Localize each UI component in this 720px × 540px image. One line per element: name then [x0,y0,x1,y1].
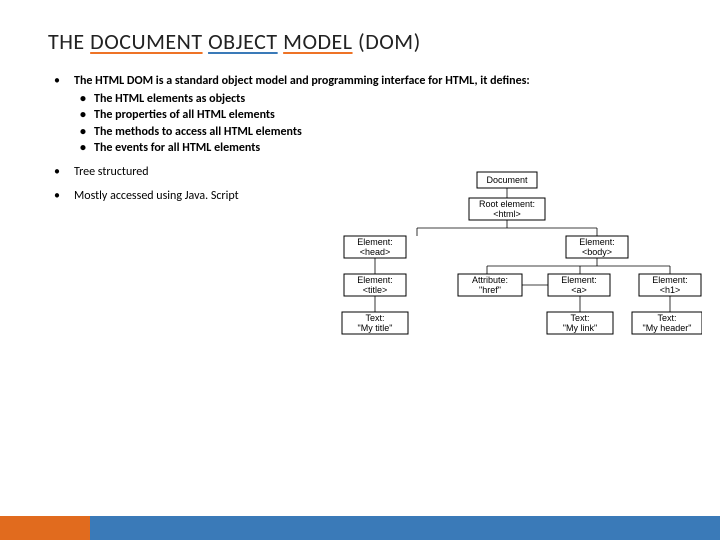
svg-text:Attribute:: Attribute: [472,275,508,285]
title-word: MODEL [283,28,352,55]
svg-text:Element:: Element: [561,275,597,285]
svg-text:Element:: Element: [579,237,615,247]
svg-text:Text:: Text: [657,313,676,323]
svg-text:Element:: Element: [357,237,393,247]
title-word: OBJECT [208,28,278,55]
svg-text:<title>: <title> [363,285,388,295]
footer-decoration [0,516,720,540]
sub-bullet: The methods to access all HTML elements [80,124,680,140]
title-word: DOCUMENT [90,28,202,55]
sub-bullet: The HTML elements as objects [80,91,680,107]
sub-bullet: The events for all HTML elements [80,140,680,156]
svg-text:Text:: Text: [570,313,589,323]
svg-text:<body>: <body> [582,247,612,257]
dom-tree-diagram: Document Root element: <html> Element: <… [312,170,702,345]
svg-text:Element:: Element: [652,275,688,285]
svg-text:<html>: <html> [493,209,521,219]
svg-text:<a>: <a> [571,285,587,295]
bullet-item: The HTML DOM is a standard object model … [54,73,680,156]
svg-text:"My header": "My header" [643,323,692,333]
svg-text:"href": "href" [479,285,501,295]
svg-text:Text:: Text: [365,313,384,323]
bullet-text: The HTML DOM is a standard object model … [74,74,530,88]
svg-text:Element:: Element: [357,275,393,285]
title-word: THE [48,28,85,55]
svg-text:"My link": "My link" [563,323,597,333]
svg-text:Root element:: Root element: [479,199,535,209]
sub-bullet: The properties of all HTML elements [80,107,680,123]
svg-text:<head>: <head> [360,247,391,257]
bullet-text: Tree structured [74,165,149,179]
svg-text:<h1>: <h1> [660,285,681,295]
svg-text:Document: Document [486,175,528,185]
slide-title: THE DOCUMENT OBJECT MODEL (DOM) [48,28,680,55]
bullet-text: Mostly accessed using Java. Script [74,189,239,203]
svg-text:"My title": "My title" [358,323,393,333]
title-word: (DOM) [358,28,421,55]
